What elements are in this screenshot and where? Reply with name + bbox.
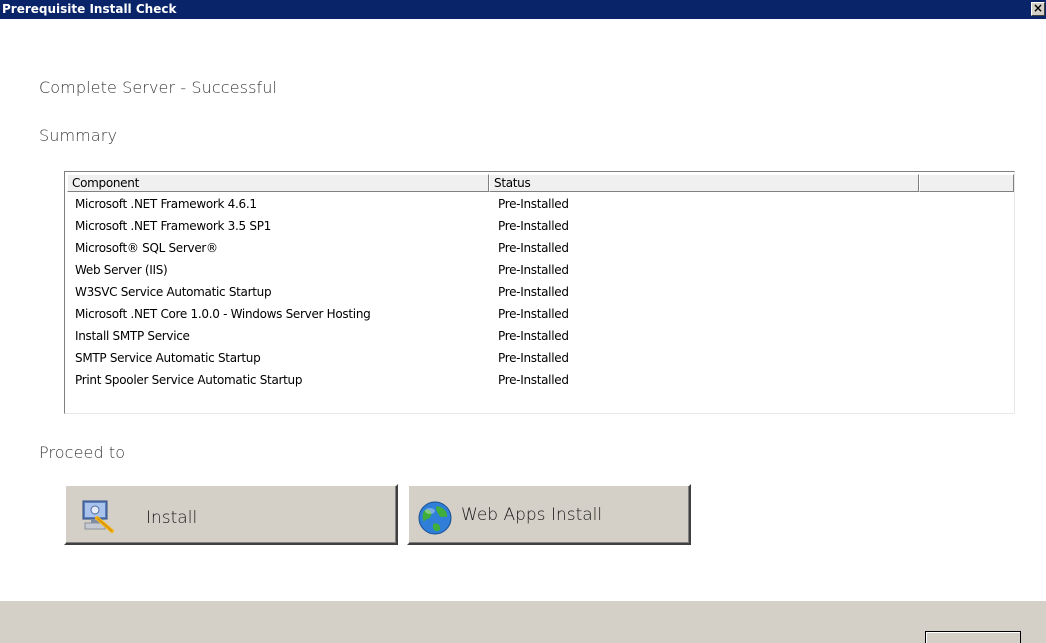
table-row[interactable]: Microsoft® SQL Server® Pre-Installed [67, 237, 1012, 259]
title-bar[interactable]: Prerequisite Install Check × [0, 0, 1046, 19]
component-cell: Web Server (IIS) [75, 263, 168, 277]
install-computer-icon [80, 498, 116, 534]
status-cell: Pre-Installed [498, 329, 569, 343]
component-cell: Microsoft® SQL Server® [75, 241, 218, 255]
prerequisite-dialog: Prerequisite Install Check × Complete Se… [0, 0, 1046, 643]
component-cell: Install SMTP Service [75, 329, 190, 343]
status-cell: Pre-Installed [498, 241, 569, 255]
table-row[interactable]: W3SVC Service Automatic Startup Pre-Inst… [67, 281, 1012, 303]
status-cell: Pre-Installed [498, 373, 569, 387]
status-cell: Pre-Installed [498, 263, 569, 277]
table-row[interactable]: Print Spooler Service Automatic Startup … [67, 369, 1012, 391]
table-row[interactable]: Microsoft .NET Core 1.0.0 - Windows Serv… [67, 303, 1012, 325]
globe-icon [417, 500, 453, 536]
summary-list[interactable]: Component Status Microsoft .NET Framewor… [64, 171, 1015, 414]
status-cell: Pre-Installed [498, 307, 569, 321]
component-cell: W3SVC Service Automatic Startup [75, 285, 272, 299]
close-icon: × [1032, 1, 1044, 15]
status-cell: Pre-Installed [498, 285, 569, 299]
table-row[interactable]: SMTP Service Automatic Startup Pre-Insta… [67, 347, 1012, 369]
component-cell: SMTP Service Automatic Startup [75, 351, 261, 365]
footer-button[interactable] [925, 631, 1021, 643]
proceed-heading: Proceed to [39, 443, 126, 462]
component-cell: Microsoft .NET Framework 3.5 SP1 [75, 219, 271, 233]
install-button[interactable]: Install [64, 484, 398, 545]
status-cell: Pre-Installed [498, 219, 569, 233]
component-cell: Microsoft .NET Framework 4.6.1 [75, 197, 257, 211]
install-button-label: Install [146, 508, 198, 528]
column-header-component[interactable]: Component [67, 174, 489, 192]
web-apps-install-label: Web Apps Install [461, 505, 603, 525]
dialog-footer [0, 601, 1046, 643]
window-title: Prerequisite Install Check [2, 2, 177, 16]
list-header: Component Status [67, 174, 1014, 192]
column-header-status[interactable]: Status [489, 174, 919, 192]
web-apps-install-button[interactable]: Web Apps Install [407, 484, 691, 545]
table-row[interactable]: Microsoft .NET Framework 3.5 SP1 Pre-Ins… [67, 215, 1012, 237]
component-cell: Print Spooler Service Automatic Startup [75, 373, 303, 387]
table-row[interactable]: Install SMTP Service Pre-Installed [67, 325, 1012, 347]
column-header-extra[interactable] [919, 174, 1014, 192]
component-cell: Microsoft .NET Core 1.0.0 - Windows Serv… [75, 307, 371, 321]
table-row[interactable]: Microsoft .NET Framework 4.6.1 Pre-Insta… [67, 193, 1012, 215]
status-cell: Pre-Installed [498, 351, 569, 365]
result-heading: Complete Server - Successful [39, 78, 278, 97]
summary-heading: Summary [39, 126, 118, 145]
status-cell: Pre-Installed [498, 197, 569, 211]
close-button[interactable]: × [1031, 2, 1045, 16]
table-row[interactable]: Web Server (IIS) Pre-Installed [67, 259, 1012, 281]
